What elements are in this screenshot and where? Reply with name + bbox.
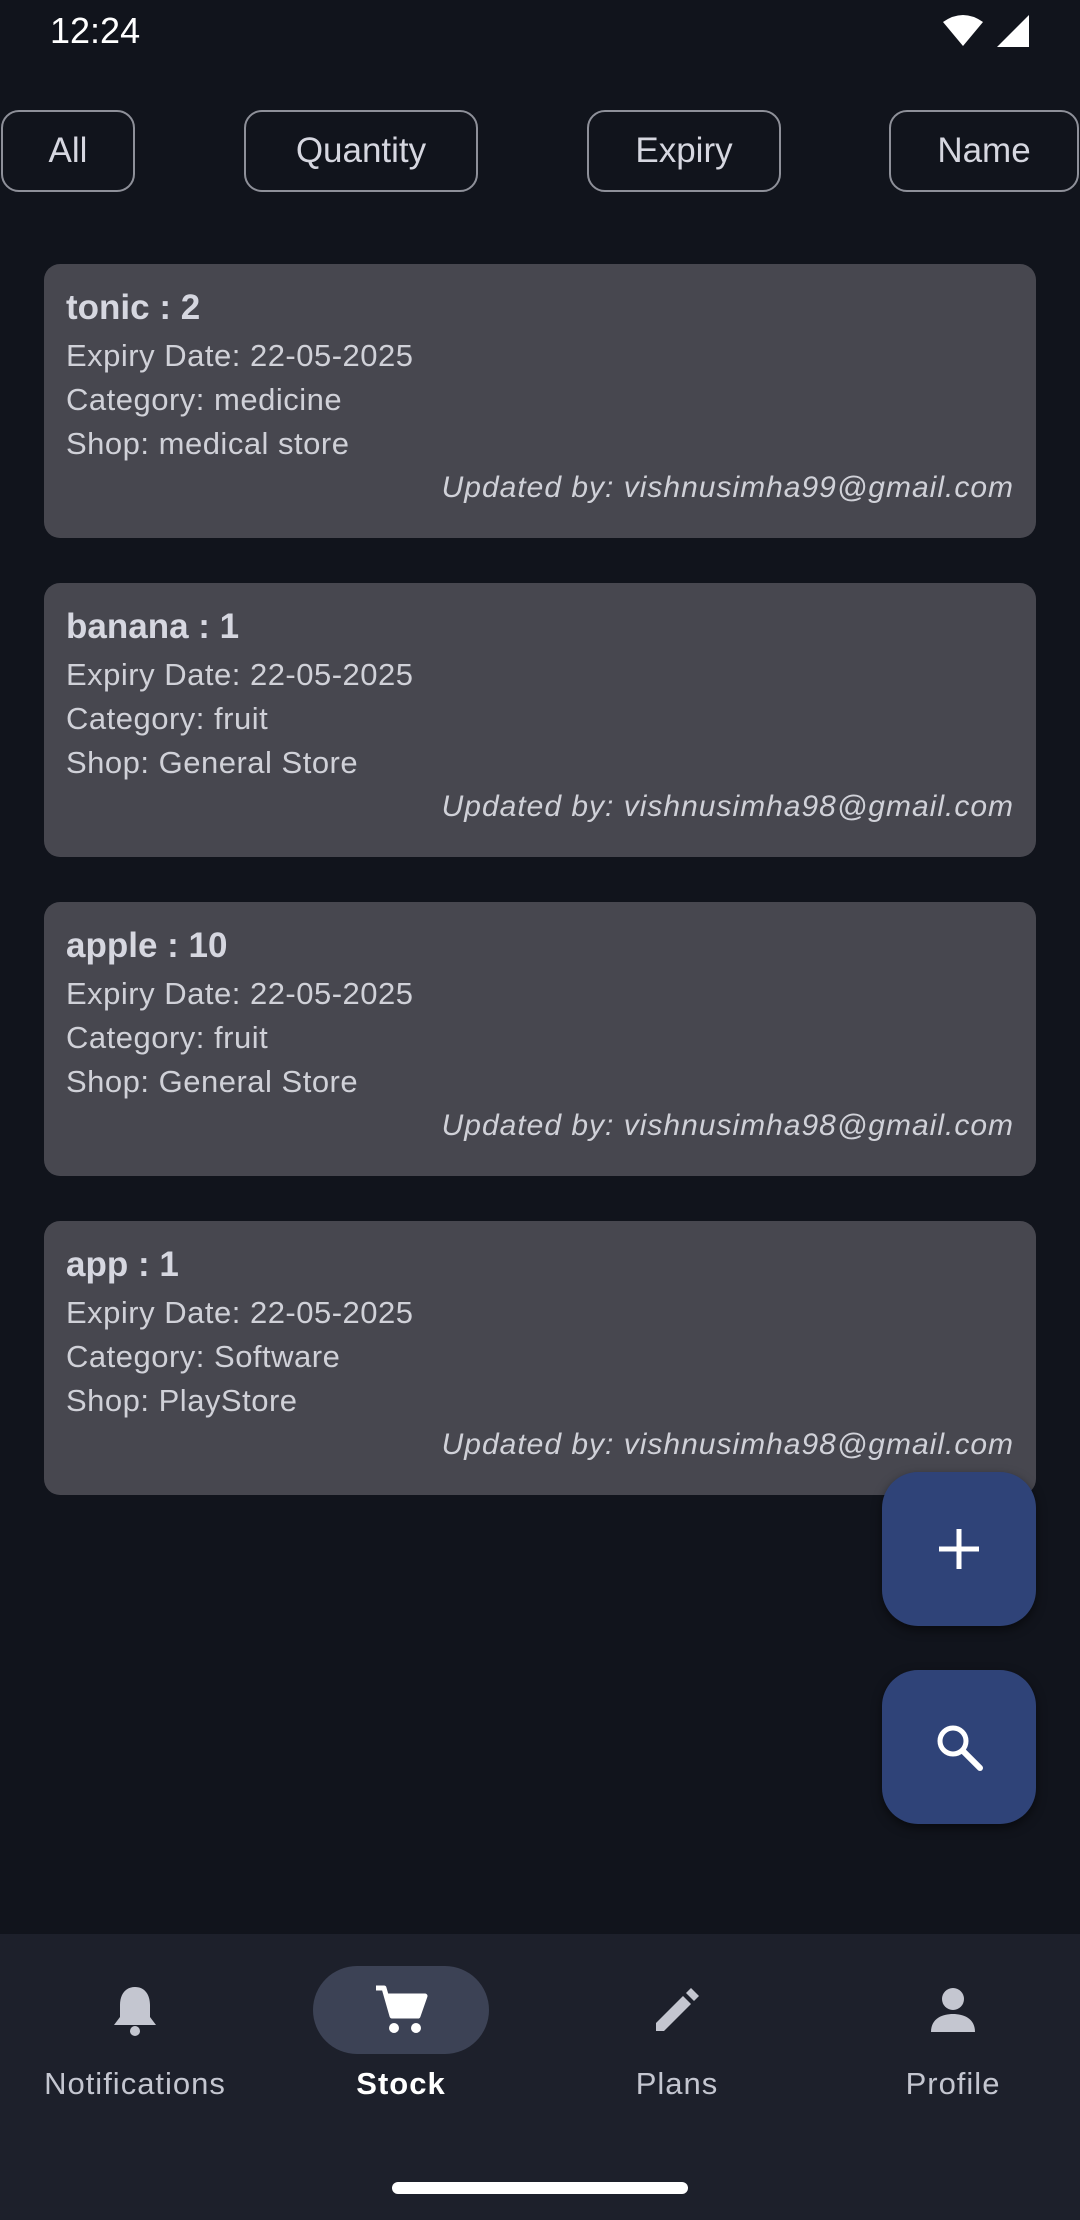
bell-icon bbox=[114, 1987, 156, 2036]
item-expiry: Expiry Date: 22-05-2025 bbox=[66, 338, 414, 373]
item-title: apple : 10 bbox=[66, 926, 228, 965]
item-category: Category: medicine bbox=[66, 382, 343, 417]
person-icon bbox=[931, 1988, 975, 2032]
stock-item-card[interactable]: apple : 10 Expiry Date: 22-05-2025 Categ… bbox=[44, 902, 1036, 1176]
nav-label: Profile bbox=[905, 2066, 1001, 2101]
filter-chip-row: All Quantity Expiry Name bbox=[0, 110, 1080, 196]
item-updated-by: Updated by: vishnusimha98@gmail.com bbox=[441, 1109, 1014, 1142]
search-button[interactable] bbox=[882, 1670, 1036, 1824]
filter-chip-name[interactable]: Name bbox=[889, 110, 1079, 192]
item-category: Category: fruit bbox=[66, 1020, 269, 1055]
nav-icon-container bbox=[313, 1966, 489, 2054]
filter-chip-quantity[interactable]: Quantity bbox=[244, 110, 478, 192]
pencil-icon bbox=[656, 1988, 699, 2031]
filter-chip-all[interactable]: All bbox=[1, 110, 135, 192]
item-shop: Shop: General Store bbox=[66, 1064, 359, 1099]
item-expiry: Expiry Date: 22-05-2025 bbox=[66, 976, 414, 1011]
item-shop: Shop: medical store bbox=[66, 426, 350, 461]
cellular-signal-icon bbox=[997, 15, 1029, 47]
bottom-navigation: Notifications Stock Plans Profile bbox=[0, 1934, 1080, 2220]
item-title: tonic : 2 bbox=[66, 288, 201, 327]
nav-icon-container bbox=[589, 1966, 765, 2054]
nav-icon-container bbox=[47, 1966, 223, 2054]
nav-label: Notifications bbox=[44, 2066, 226, 2101]
wifi-icon bbox=[943, 15, 983, 46]
item-title: app : 1 bbox=[66, 1245, 179, 1284]
status-time: 12:24 bbox=[50, 10, 141, 51]
item-updated-by: Updated by: vishnusimha99@gmail.com bbox=[441, 471, 1014, 504]
nav-label: Plans bbox=[635, 2066, 719, 2101]
nav-label: Stock bbox=[356, 2066, 446, 2101]
filter-chip-expiry[interactable]: Expiry bbox=[587, 110, 781, 192]
stock-item-card[interactable]: banana : 1 Expiry Date: 22-05-2025 Categ… bbox=[44, 583, 1036, 857]
nav-item-profile[interactable]: Profile bbox=[818, 1966, 1080, 2116]
nav-icon-container bbox=[865, 1966, 1041, 2054]
home-indicator[interactable] bbox=[392, 2182, 688, 2194]
item-updated-by: Updated by: vishnusimha98@gmail.com bbox=[441, 1428, 1014, 1461]
stock-item-card[interactable]: app : 1 Expiry Date: 22-05-2025 Category… bbox=[44, 1221, 1036, 1495]
cart-icon bbox=[376, 1985, 428, 2033]
item-category: Category: Software bbox=[66, 1339, 341, 1374]
nav-item-stock[interactable]: Stock bbox=[266, 1966, 536, 2116]
stock-item-card[interactable]: tonic : 2 Expiry Date: 22-05-2025 Catego… bbox=[44, 264, 1036, 538]
item-expiry: Expiry Date: 22-05-2025 bbox=[66, 1295, 414, 1330]
add-item-button[interactable] bbox=[882, 1472, 1036, 1626]
item-title: banana : 1 bbox=[66, 607, 240, 646]
plus-icon bbox=[939, 1529, 979, 1569]
item-expiry: Expiry Date: 22-05-2025 bbox=[66, 657, 414, 692]
status-icons bbox=[942, 14, 1030, 48]
search-icon bbox=[937, 1725, 983, 1771]
nav-item-notifications[interactable]: Notifications bbox=[0, 1966, 270, 2116]
item-category: Category: fruit bbox=[66, 701, 269, 736]
nav-item-plans[interactable]: Plans bbox=[542, 1966, 812, 2116]
status-bar: 12:24 bbox=[0, 0, 1080, 70]
item-shop: Shop: PlayStore bbox=[66, 1383, 298, 1418]
item-shop: Shop: General Store bbox=[66, 745, 359, 780]
item-updated-by: Updated by: vishnusimha98@gmail.com bbox=[441, 790, 1014, 823]
